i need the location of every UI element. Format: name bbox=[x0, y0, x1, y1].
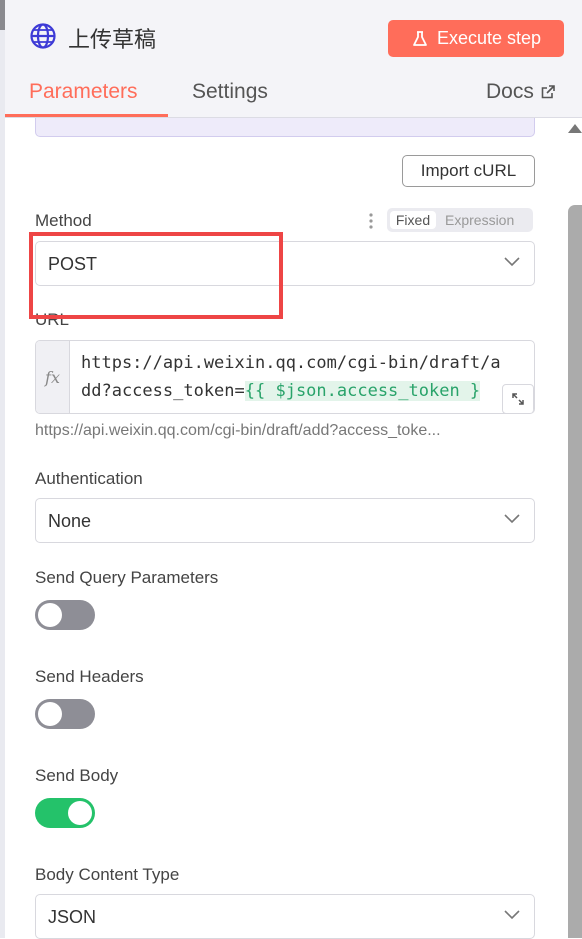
fixed-mode-button[interactable]: Fixed bbox=[390, 211, 436, 229]
authentication-value: None bbox=[48, 511, 92, 531]
scroll-up-arrow-icon[interactable] bbox=[568, 124, 582, 133]
authentication-label: Authentication bbox=[35, 469, 143, 488]
chevron-down-icon bbox=[504, 910, 520, 920]
tab-settings[interactable]: Settings bbox=[192, 80, 268, 104]
fixed-expression-toggle: Fixed Expression bbox=[387, 208, 533, 232]
url-line-1: https://api.weixin.qq.com/cgi-bin/draft/… bbox=[81, 353, 501, 373]
left-panel-edge bbox=[0, 0, 5, 938]
url-line-2-prefix: dd?access_token= bbox=[81, 381, 245, 401]
send-body-toggle[interactable] bbox=[35, 798, 95, 828]
flask-icon bbox=[413, 30, 427, 46]
send-body-label: Send Body bbox=[35, 766, 119, 785]
toggle-knob bbox=[38, 603, 62, 627]
url-input[interactable]: fx https://api.weixin.qq.com/cgi-bin/dra… bbox=[35, 340, 535, 414]
node-header: 上传草稿 Execute step Parameters Settings Do… bbox=[5, 0, 582, 118]
toggle-knob bbox=[68, 801, 92, 825]
url-line-2: dd?access_token={{ $json.access_token } bbox=[81, 377, 533, 405]
url-expression: {{ $json.access_token } bbox=[244, 381, 481, 401]
tab-parameters[interactable]: Parameters bbox=[29, 80, 138, 104]
expand-icon bbox=[512, 393, 524, 405]
tab-docs[interactable]: Docs bbox=[486, 80, 556, 104]
chevron-down-icon bbox=[504, 514, 520, 524]
chevron-down-icon bbox=[504, 257, 520, 267]
url-resolved-preview: https://api.weixin.qq.com/cgi-bin/draft/… bbox=[35, 422, 441, 439]
notice-box bbox=[35, 118, 535, 137]
fx-indicator: fx bbox=[36, 341, 70, 413]
send-query-parameters-label: Send Query Parameters bbox=[35, 568, 219, 587]
globe-icon bbox=[30, 23, 56, 49]
method-label: Method bbox=[35, 211, 92, 230]
node-title[interactable]: 上传草稿 bbox=[68, 22, 156, 54]
toggle-knob bbox=[38, 702, 62, 726]
send-headers-label: Send Headers bbox=[35, 667, 144, 686]
expression-mode-button[interactable]: Expression bbox=[445, 211, 514, 229]
send-query-parameters-toggle[interactable] bbox=[35, 600, 95, 630]
import-curl-button[interactable]: Import cURL bbox=[402, 155, 535, 187]
expand-editor-button[interactable] bbox=[502, 384, 534, 413]
highlight-annotation bbox=[29, 232, 283, 319]
url-value: https://api.weixin.qq.com/cgi-bin/draft/… bbox=[81, 349, 533, 405]
send-headers-toggle[interactable] bbox=[35, 699, 95, 729]
body-content-type-label: Body Content Type bbox=[35, 865, 180, 884]
execute-step-label: Execute step bbox=[436, 28, 542, 48]
tab-docs-label: Docs bbox=[486, 80, 534, 103]
external-link-icon bbox=[541, 85, 555, 99]
execute-step-button[interactable]: Execute step bbox=[388, 20, 564, 57]
body-content-type-select[interactable]: JSON bbox=[35, 894, 535, 939]
authentication-select[interactable]: None bbox=[35, 498, 535, 543]
scrollbar-thumb[interactable] bbox=[568, 205, 582, 938]
body-content-type-value: JSON bbox=[48, 907, 97, 927]
more-options-icon[interactable] bbox=[366, 212, 376, 230]
